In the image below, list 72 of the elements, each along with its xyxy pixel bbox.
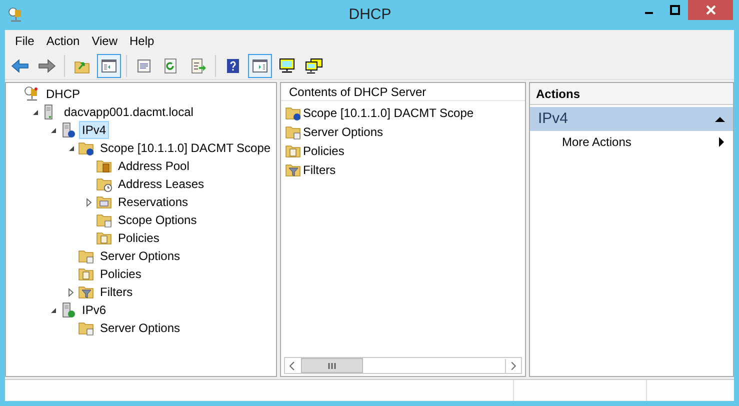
tree-item[interactable]: Server Options: [97, 319, 184, 337]
tree-item[interactable]: Reservations: [115, 193, 192, 211]
server-icon: [60, 302, 76, 318]
tree-item[interactable]: IPv4: [79, 121, 110, 139]
submenu-arrow-icon: [719, 137, 725, 147]
app-icon: [8, 7, 24, 23]
tree-item[interactable]: Filters: [97, 283, 136, 301]
folder-icon: [96, 194, 112, 210]
menu-item[interactable]: View: [86, 32, 124, 50]
horizontal-scrollbar[interactable]: [284, 357, 522, 374]
menu-item[interactable]: Action: [40, 32, 86, 50]
grip-icon: [328, 362, 336, 368]
collapse-icon[interactable]: [715, 116, 725, 122]
tree-item[interactable]: dacvapp001.dacmt.local: [61, 103, 196, 121]
tree-item[interactable]: Policies: [97, 265, 144, 283]
monitors-icon: [305, 58, 323, 74]
tree-item[interactable]: Address Pool: [115, 157, 192, 175]
maximize-icon: [670, 5, 680, 15]
tree-item[interactable]: Address Leases: [115, 175, 208, 193]
actions-header: Actions: [530, 83, 733, 105]
action-item[interactable]: More Actions: [530, 131, 733, 153]
list-item[interactable]: Scope [10.1.1.0] DACMT Scope: [303, 104, 474, 122]
folder-icon: [78, 284, 94, 300]
column-header[interactable]: Contents of DHCP Server: [281, 83, 525, 101]
action-label: More Actions: [562, 134, 632, 151]
collapse-arrow-icon[interactable]: [32, 108, 38, 116]
collapse-arrow-icon[interactable]: [50, 306, 56, 314]
folder-icon: [96, 230, 112, 246]
refresh-icon: [163, 58, 179, 74]
folder-icon: [78, 248, 94, 264]
folder-icon: [285, 162, 301, 178]
tree-item[interactable]: Scope Options: [115, 211, 200, 229]
tree-item[interactable]: DHCP: [43, 85, 84, 103]
folder-icon: [285, 124, 301, 140]
expand-arrow-icon[interactable]: [86, 198, 92, 206]
properties-icon: [136, 58, 152, 74]
list-item[interactable]: Server Options: [303, 122, 384, 140]
window-title: DHCP: [348, 4, 392, 25]
menu-item[interactable]: File: [9, 32, 40, 50]
list-item[interactable]: Filters: [303, 160, 336, 178]
monitor-icon: [278, 58, 296, 74]
collapse-arrow-icon[interactable]: [68, 144, 74, 152]
minimize-icon: [645, 12, 653, 14]
folder-icon: [78, 320, 94, 336]
close-button[interactable]: [688, 0, 733, 20]
folder-icon: [96, 158, 112, 174]
tree-item[interactable]: Policies: [115, 229, 162, 247]
expand-arrow-icon[interactable]: [68, 288, 74, 296]
server-icon: [60, 122, 76, 138]
tree-item[interactable]: Server Options: [97, 247, 184, 265]
collapse-arrow-icon[interactable]: [50, 126, 56, 134]
tree-pane-icon: [101, 58, 117, 74]
help-icon: [225, 58, 241, 74]
menu-item[interactable]: Help: [124, 32, 160, 50]
scrollbar-thumb[interactable]: [301, 358, 363, 373]
tree-item[interactable]: IPv6: [79, 301, 110, 319]
folder-icon: [285, 142, 301, 158]
folder-icon: [285, 104, 301, 120]
action-pane-icon: [252, 58, 268, 74]
section-title: IPv4: [538, 108, 568, 129]
list-item[interactable]: Policies: [303, 142, 344, 160]
forward-arrow-icon: [38, 58, 56, 74]
dhcp-icon: [24, 86, 40, 102]
export-list-icon: [190, 58, 206, 74]
tree-item[interactable]: Scope [10.1.1.0] DACMT Scope: [97, 139, 274, 157]
section-header[interactable]: IPv4: [530, 107, 733, 131]
folder-icon: [78, 266, 94, 282]
folder-icon: [96, 212, 112, 228]
folder-icon: [96, 176, 112, 192]
folder-icon: [78, 140, 94, 156]
back-arrow-icon: [11, 58, 29, 74]
close-icon: [706, 5, 716, 15]
